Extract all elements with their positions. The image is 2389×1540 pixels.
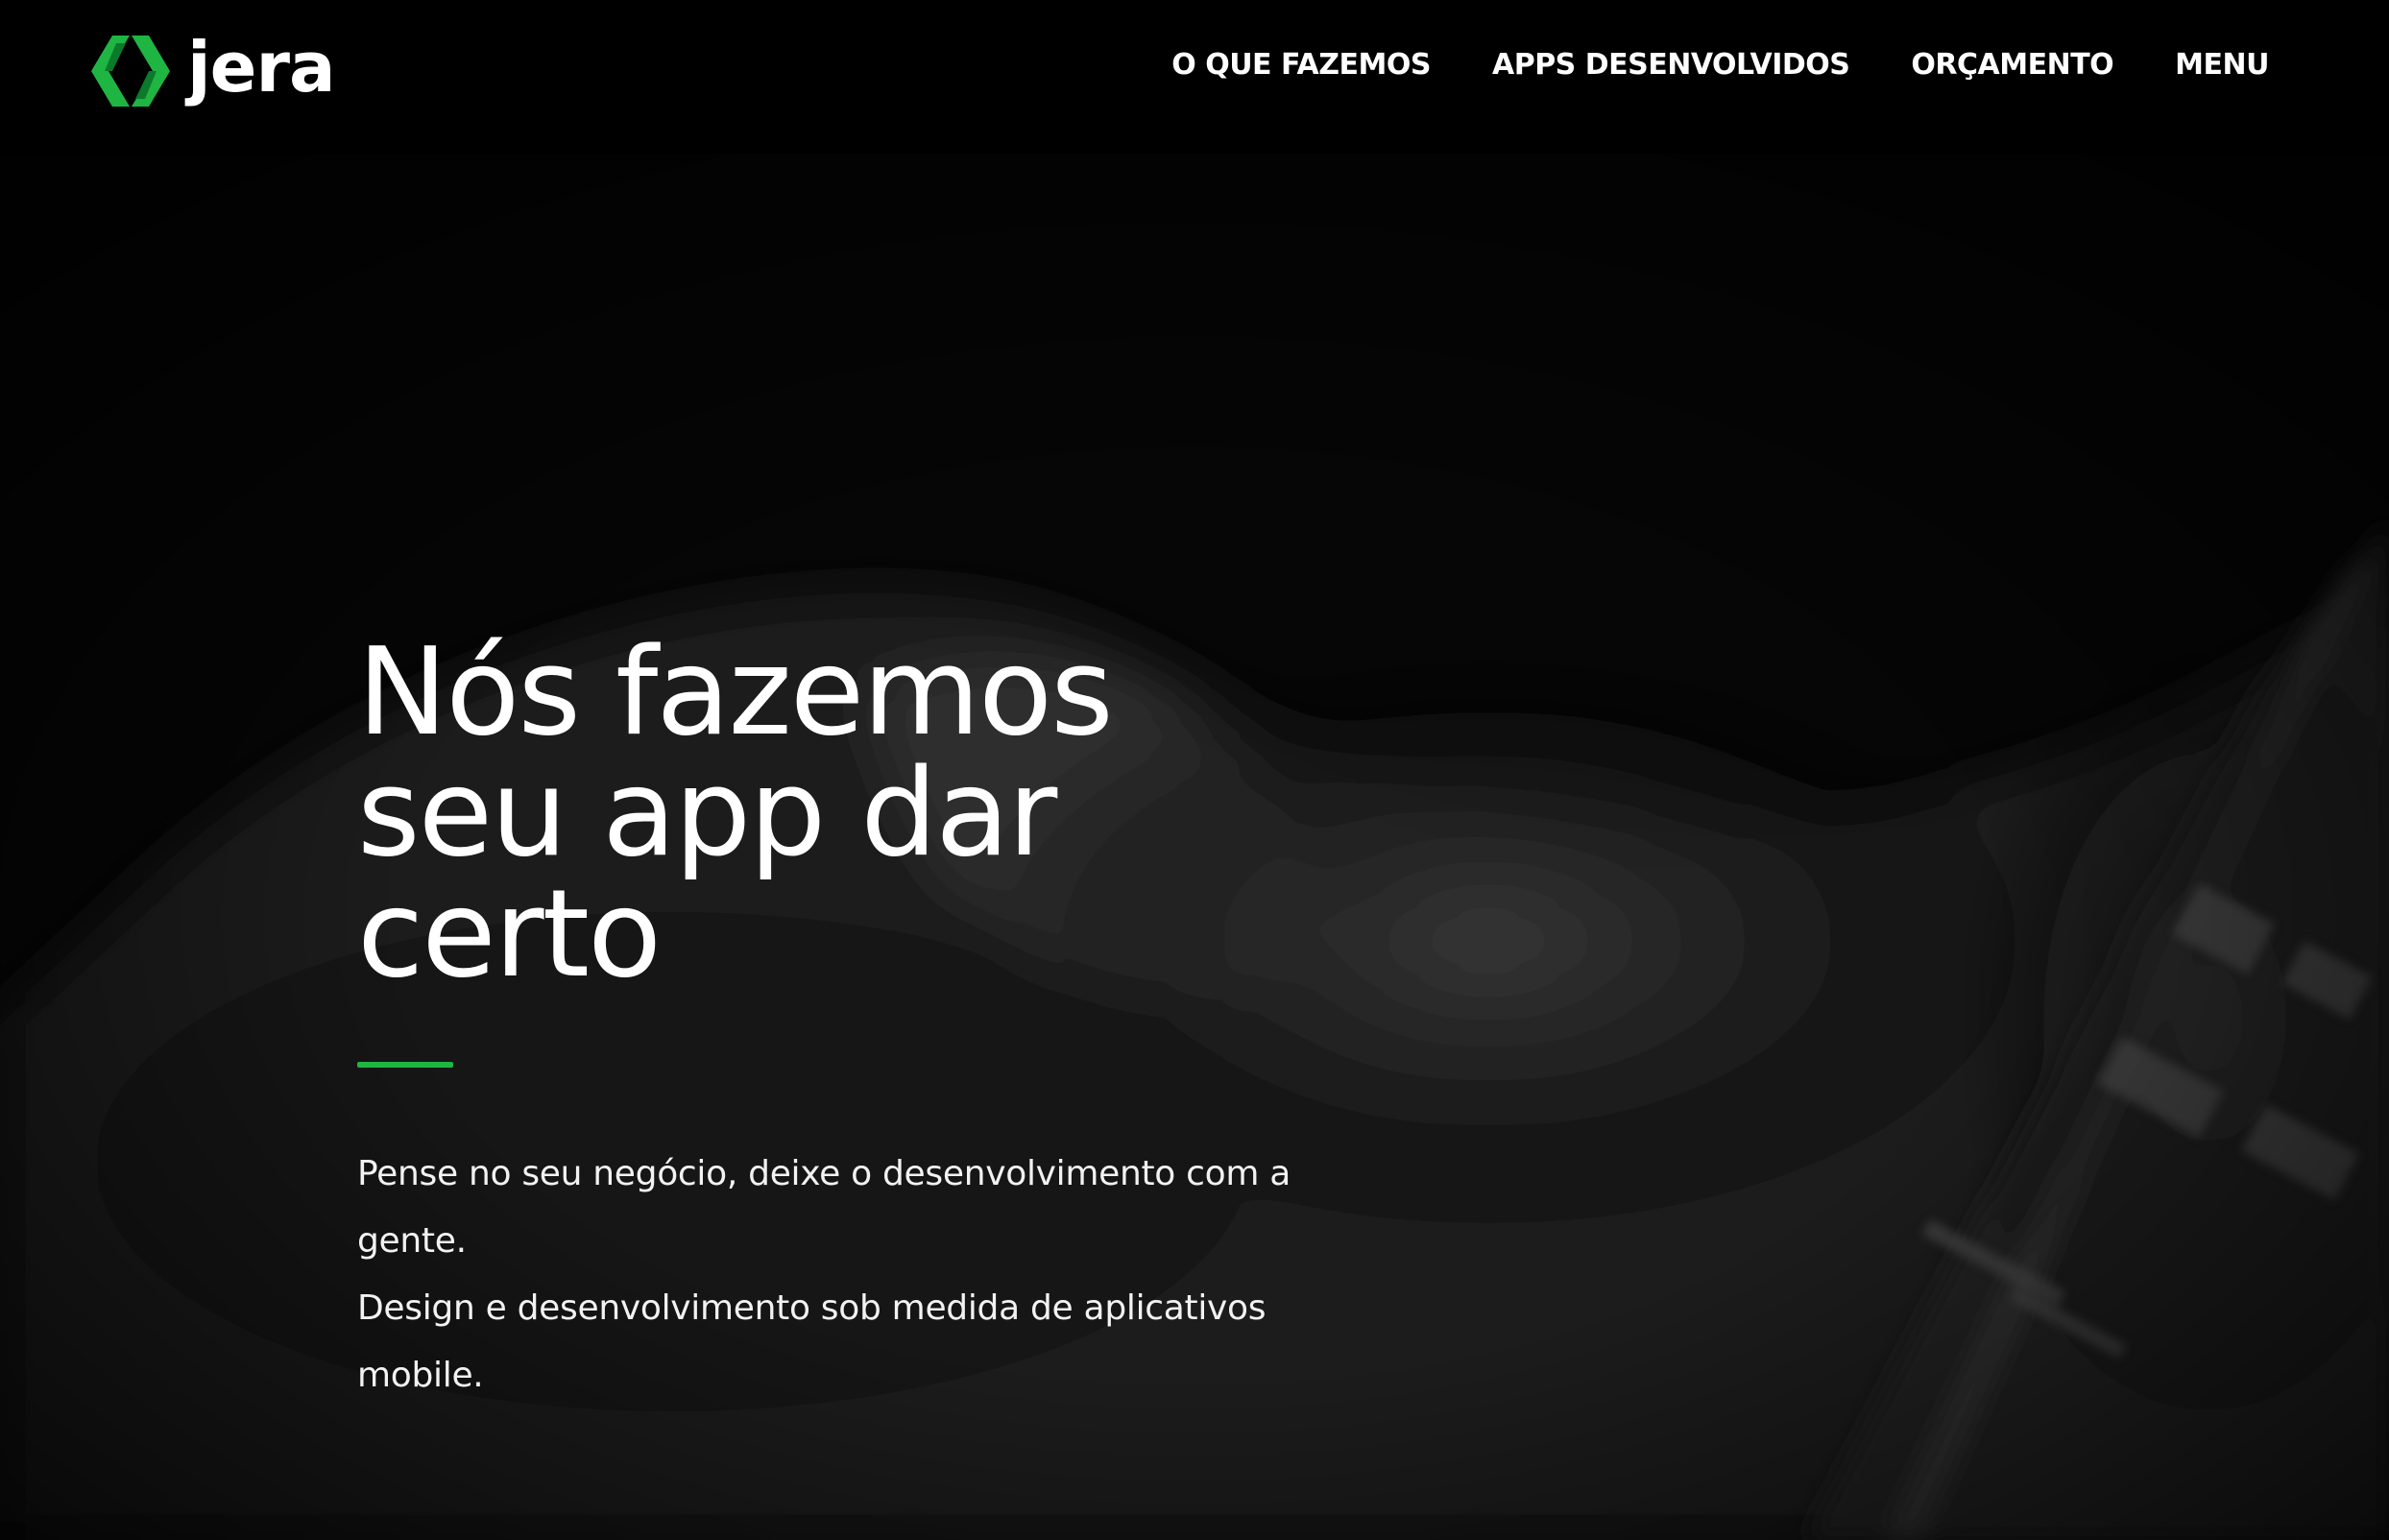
main-nav: O QUE FAZEMOS APPS DESENVOLVIDOS ORÇAMEN… — [1171, 48, 2269, 82]
hero-content: Nós fazemos seu app dar certo Pense no s… — [357, 632, 1317, 1409]
nav-item-menu[interactable]: MENU — [2175, 48, 2269, 82]
nav-item-apps-desenvolvidos[interactable]: APPS DESENVOLVIDOS — [1492, 48, 1850, 82]
hero-headline: Nós fazemos seu app dar certo — [357, 632, 1317, 995]
subtitle-line: Design e desenvolvimento sob medida de a… — [357, 1288, 1267, 1395]
hero-subtitle: Pense no seu negócio, deixe o desenvolvi… — [357, 1141, 1317, 1409]
nav-item-orcamento[interactable]: ORÇAMENTO — [1911, 48, 2113, 82]
hero-section: Nós fazemos seu app dar certo Pense no s… — [0, 154, 2389, 1540]
headline-line: certo — [357, 863, 662, 1004]
subtitle-line: Pense no seu negócio, deixe o desenvolvi… — [357, 1154, 1291, 1261]
jera-logo-link[interactable]: jera — [91, 27, 336, 108]
headline-line: Nós fazemos — [357, 621, 1114, 762]
jera-chevron-logo-icon — [91, 36, 170, 107]
site-header: jera O QUE FAZEMOS APPS DESENVOLVIDOS OR… — [0, 0, 2389, 154]
accent-divider — [357, 1062, 453, 1068]
headline-line: seu app dar — [357, 742, 1057, 883]
nav-item-o-que-fazemos[interactable]: O QUE FAZEMOS — [1171, 48, 1431, 82]
brand-name: jera — [187, 27, 336, 108]
